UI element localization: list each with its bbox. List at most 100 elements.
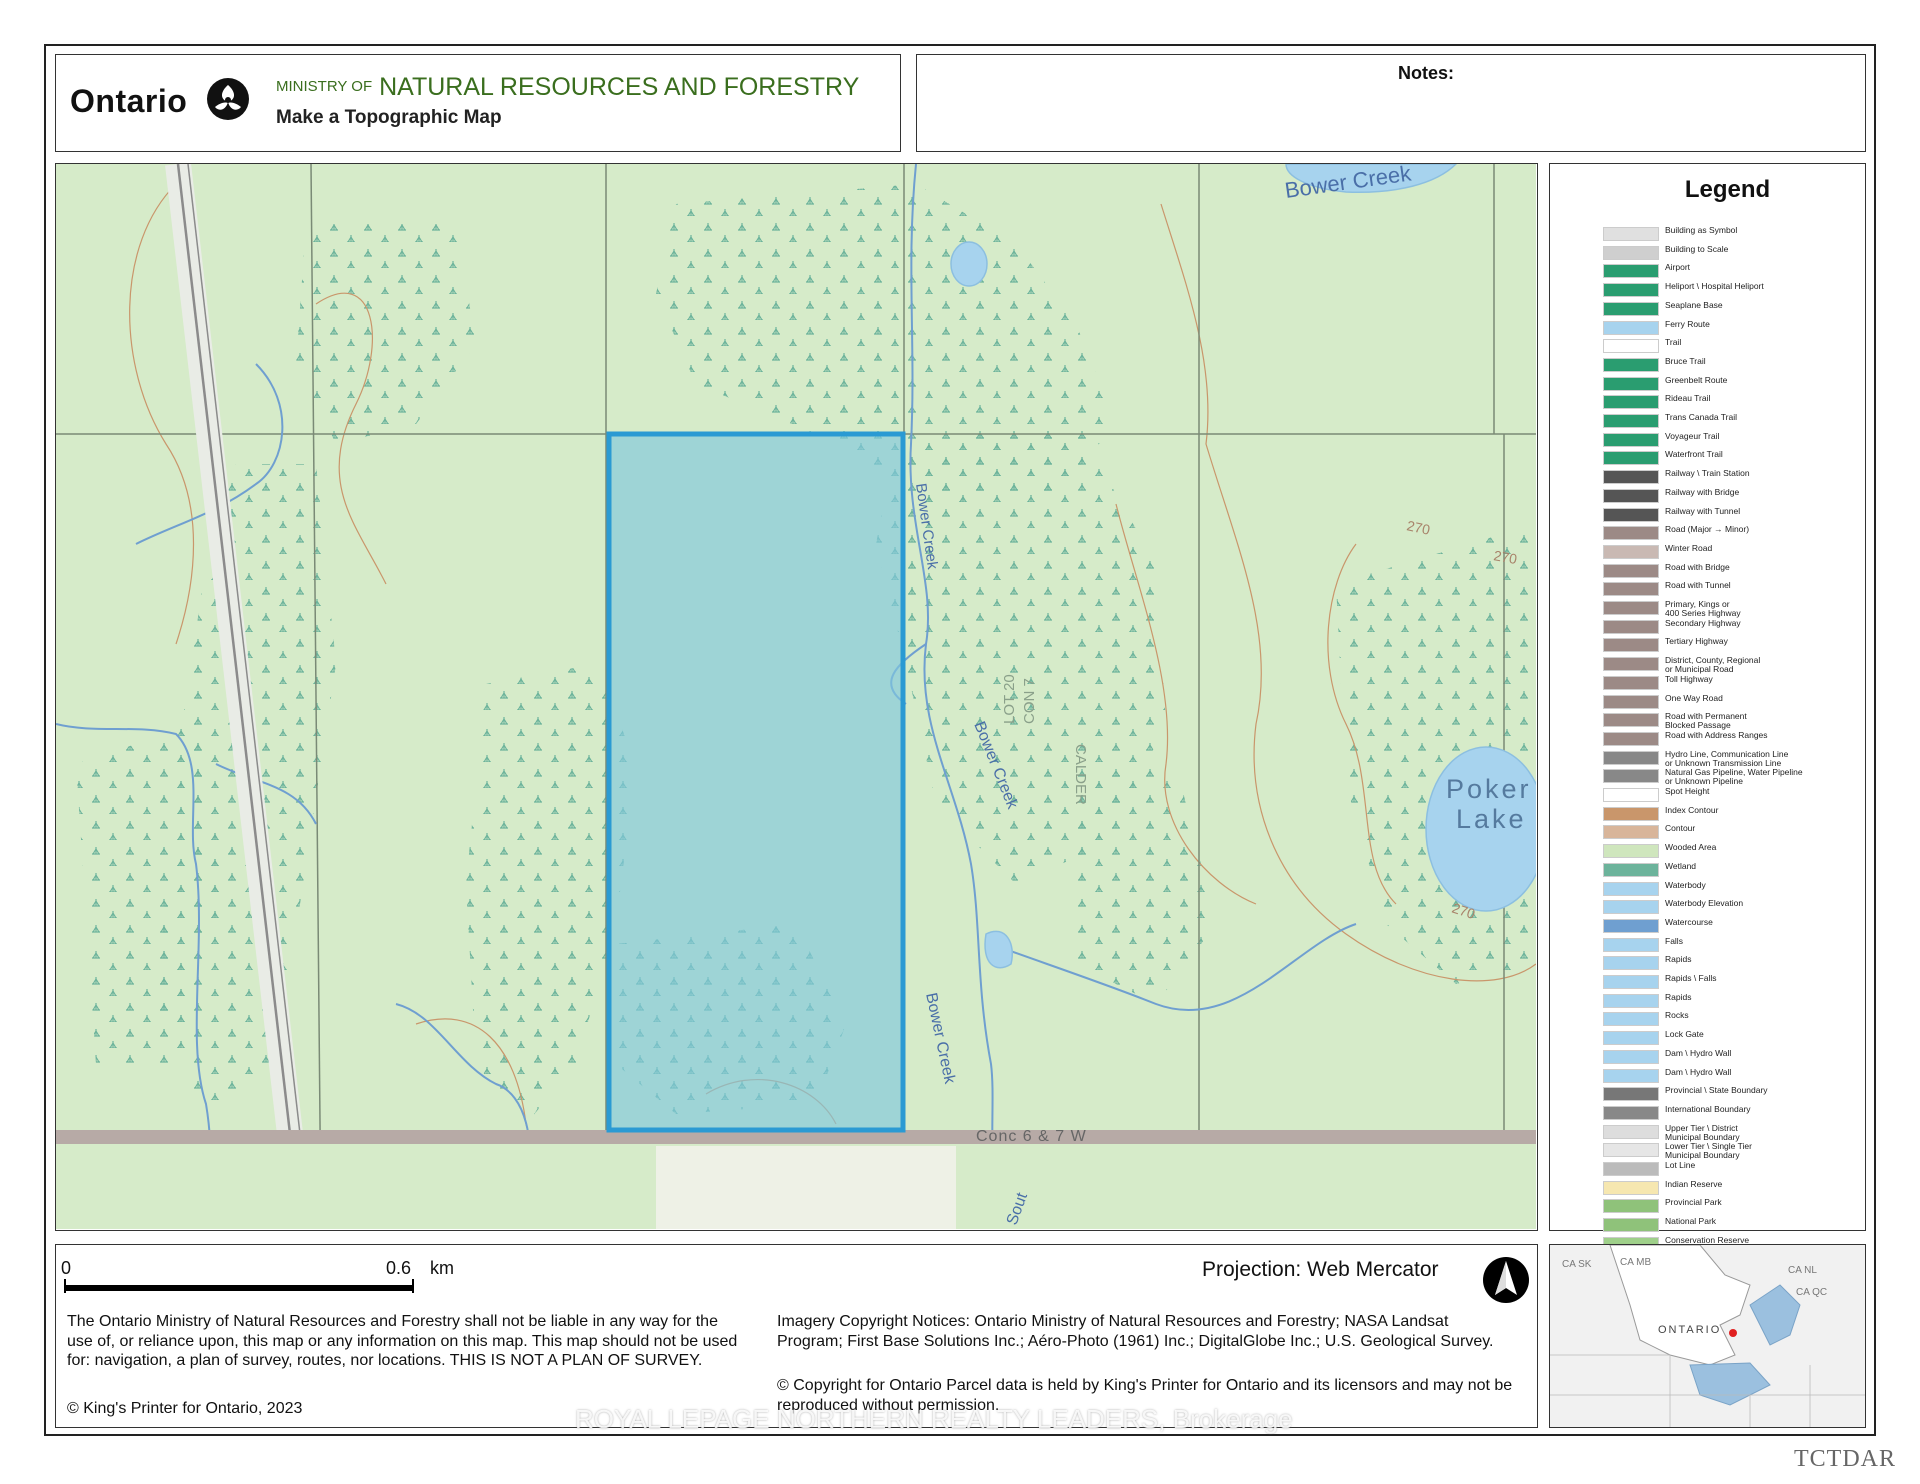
legend-label: Lower Tier \ Single Tier Municipal Bound… [1665, 1141, 1752, 1161]
legend-item: Greenbelt Route [1603, 375, 1853, 391]
legend-symbol [1603, 283, 1659, 298]
legend-symbol [1603, 544, 1659, 559]
legend-label: Seaplane Base [1665, 299, 1723, 310]
legend-item: Rapids [1603, 954, 1853, 971]
footer-panel: 0 0.6 km Projection: Web Mercator The On… [55, 1244, 1538, 1428]
legend-symbol [1603, 1218, 1659, 1233]
legend-item: Falls [1603, 936, 1853, 952]
inset-canvas: CA SK CA MB CA NL CA QC ONTARIO [1550, 1245, 1865, 1427]
scale-unit-label: km [430, 1258, 454, 1278]
legend-item: Bruce Trail [1603, 356, 1853, 372]
scale-end-label: 0.6 [386, 1258, 412, 1278]
legend-item: Road with Address Ranges [1603, 730, 1853, 746]
subject-parcel[interactable] [606, 431, 906, 1133]
legend-item: Watercourse [1603, 917, 1853, 933]
legend-symbol [1603, 1068, 1659, 1083]
legend-label: National Park [1665, 1216, 1717, 1227]
legend-label: Rideau Trail [1665, 393, 1711, 404]
legend-item: Rideau Trail [1603, 393, 1853, 410]
legend-item: One Way Road [1603, 693, 1853, 709]
legend-label: Trans Canada Trail [1665, 412, 1737, 422]
legend-label: Waterbody Elevation [1665, 898, 1744, 909]
legend-item: Rapids \ Falls [1603, 974, 1853, 989]
topographic-map[interactable]: Bower Creek Bower Creek Bower Creek Bowe… [55, 163, 1538, 1231]
legend-symbol [1603, 339, 1659, 354]
legend-symbol [1603, 227, 1659, 241]
legend-symbol [1603, 694, 1659, 709]
legend-label: Wetland [1665, 860, 1697, 871]
legend-item: Toll Highway [1603, 674, 1853, 690]
legend-label: Natural Gas Pipeline, Water Pipeline or … [1665, 767, 1803, 787]
legend-symbol [1603, 918, 1659, 933]
legend-item: Index Contour [1603, 805, 1853, 821]
scale-start-label: 0 [61, 1258, 72, 1278]
legend-title: Legend [1684, 176, 1771, 203]
imagery-notice: Imagery Copyright Notices: Ontario Minis… [777, 1313, 1494, 1350]
map-subtitle: Make a Topographic Map [276, 107, 502, 128]
legend-label: Road with Permanent Blocked Passage [1665, 711, 1747, 731]
legend-item: Spot Height [1603, 787, 1853, 802]
legend-item: Lower Tier \ Single Tier Municipal Bound… [1603, 1142, 1853, 1160]
legend-symbol [1603, 1199, 1659, 1214]
legend-symbol [1603, 376, 1659, 391]
legend-label: Ferry Route [1665, 318, 1710, 329]
inset-label-ontario: ONTARIO [1658, 1324, 1721, 1336]
ministry-prefix: MINISTRY OF [276, 78, 373, 95]
legend-symbol [1603, 1180, 1659, 1195]
legend-label: Voyageur Trail [1665, 430, 1720, 441]
legend-symbol [1603, 357, 1659, 372]
legend-label: Road (Major → Minor) [1665, 524, 1750, 535]
legend-item: Wetland [1603, 860, 1853, 877]
legend-item: Waterbody Elevation [1603, 898, 1853, 915]
legend-label: Tertiary Highway [1665, 636, 1728, 647]
legend-item: Dam \ Hydro Wall [1603, 1067, 1853, 1083]
legend-label: Trail [1665, 337, 1682, 348]
legend-symbol [1603, 881, 1659, 896]
legend-symbol [1603, 844, 1659, 859]
legend-item: Dam \ Hydro Wall [1603, 1047, 1853, 1064]
legend-item: Building as Symbol [1603, 226, 1853, 241]
legend-item: Primary, Kings or 400 Series Highway [1603, 600, 1853, 618]
corner-mark: TCTDAR [1794, 1446, 1896, 1472]
legend-label: Dam \ Hydro Wall [1665, 1047, 1732, 1058]
ontario-logo-text: Ontario [70, 83, 188, 119]
legend-item: Waterbody [1603, 880, 1853, 896]
legend-item: Building to Scale [1603, 244, 1853, 260]
legend-label: Rapids [1665, 991, 1692, 1002]
legend-symbol [1603, 750, 1659, 765]
legend-label: Winter Road [1665, 542, 1713, 553]
legend-item: Lot Line [1603, 1161, 1853, 1176]
legend-item: Railway \ Train Station [1603, 469, 1853, 485]
legend-symbol [1603, 526, 1659, 541]
inset-label-qc: CA QC [1796, 1287, 1827, 1298]
legend-label: Primary, Kings or 400 Series Highway [1665, 599, 1741, 618]
legend-item: International Boundary [1603, 1104, 1853, 1120]
inset-location-marker [1729, 1329, 1737, 1337]
legend-symbol [1603, 825, 1659, 840]
legend-label: Waterfront Trail [1665, 449, 1723, 460]
legend-item: Provincial \ State Boundary [1603, 1086, 1853, 1102]
disclaimer-text: The Ontario Ministry of Natural Resource… [67, 1313, 738, 1369]
legend-symbol [1603, 1143, 1659, 1158]
projection-label: Projection: Web Mercator [1202, 1258, 1439, 1281]
legend-item: National Park [1603, 1216, 1853, 1233]
legend-item: Lock Gate [1603, 1030, 1853, 1046]
legend-panel: Legend Building as Symbol Building to Sca… [1549, 163, 1866, 1270]
legend-symbol [1603, 657, 1659, 672]
legend-item: Trail [1603, 337, 1853, 354]
legend-item: Trans Canada Trail [1603, 412, 1853, 428]
legend-symbol [1603, 788, 1659, 802]
legend-label: Upper Tier \ District Municipal Boundary [1665, 1122, 1740, 1142]
legend-symbol [1603, 731, 1659, 746]
legend-item: Road with Bridge [1603, 561, 1853, 578]
scale-bar [64, 1285, 414, 1291]
legend-symbol [1603, 638, 1659, 653]
legend-symbol [1603, 301, 1659, 316]
inset-label-sk: CA SK [1562, 1259, 1592, 1270]
legend-label: Hydro Line, Communication Line or Unknow… [1665, 748, 1789, 768]
legend-symbol [1603, 245, 1659, 260]
legend-symbol [1603, 507, 1659, 522]
legend-label: Road with Bridge [1665, 561, 1730, 572]
legend-symbol [1603, 470, 1659, 485]
legend-label: Rapids [1665, 954, 1692, 965]
